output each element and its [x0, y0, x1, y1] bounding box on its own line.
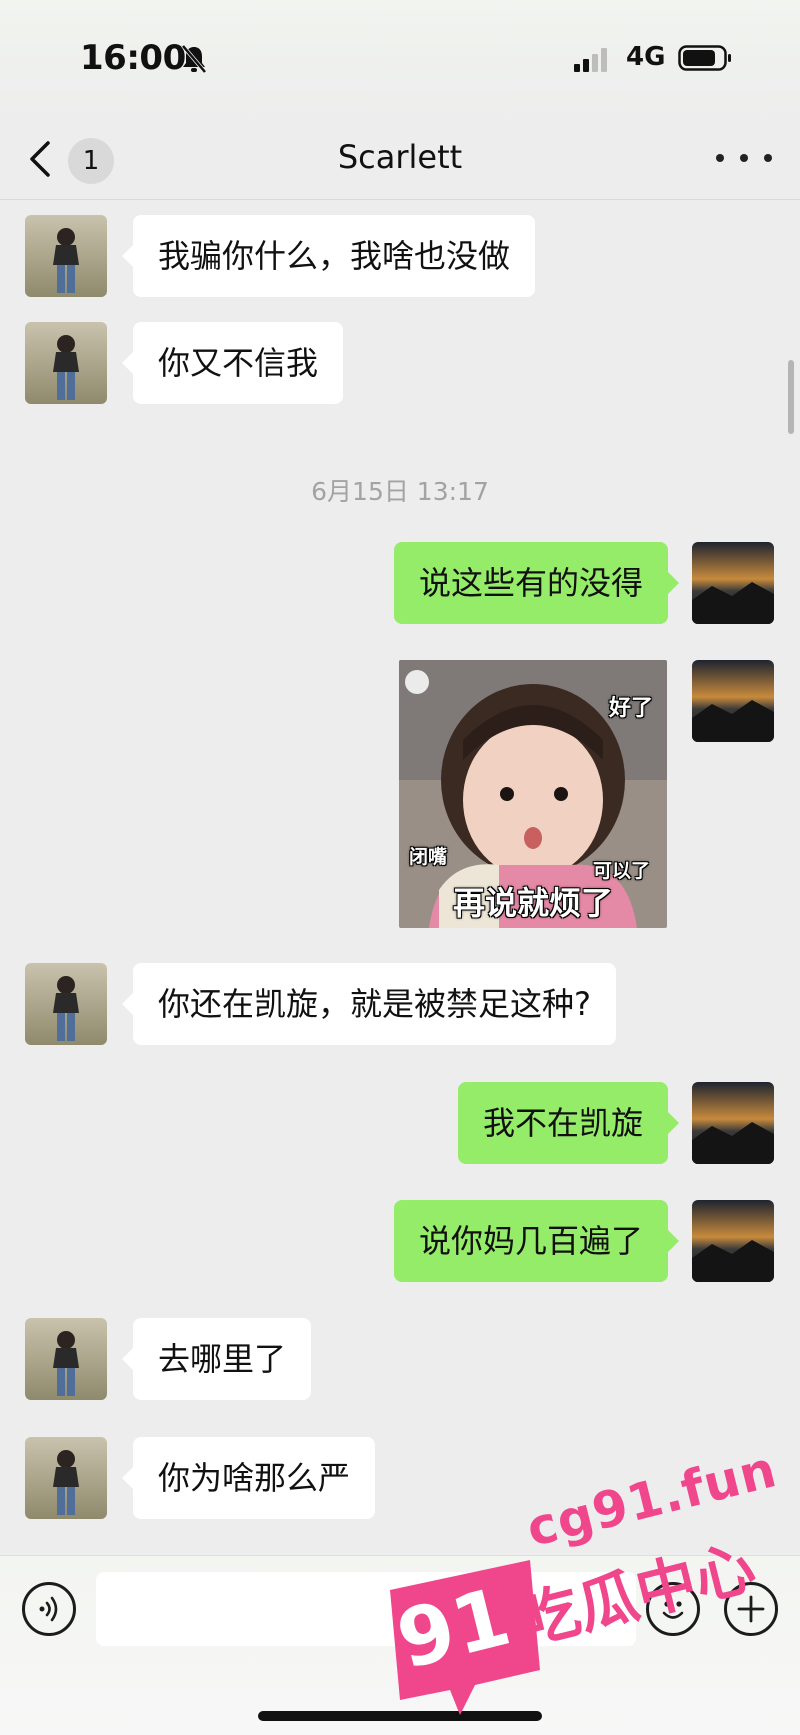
incoming-message-bubble[interactable]: 你又不信我 [121, 322, 344, 404]
battery-icon [678, 45, 731, 71]
composer-bar [0, 1555, 800, 1735]
status-time: 16:00 [80, 38, 186, 78]
scrollbar[interactable] [788, 360, 794, 434]
network-label: 4G [626, 42, 666, 72]
incoming-message-bubble[interactable]: 你还在凯旋，就是被禁足这种? [122, 963, 616, 1045]
incoming-message-bubble[interactable]: 我骗你什么，我啥也没做 [121, 215, 536, 297]
chat-header: 1 Scarlett [0, 118, 800, 200]
outgoing-message-bubble[interactable]: 说这些有的没得 [393, 542, 680, 624]
bell-muted-icon [181, 44, 207, 74]
more-button[interactable] [716, 138, 772, 178]
outgoing-message-bubble[interactable]: 我不在凯旋 [457, 1082, 680, 1164]
home-indicator[interactable] [258, 1711, 542, 1721]
sticker-caption: 好了 [609, 696, 654, 721]
contact-avatar[interactable] [25, 963, 107, 1045]
sticker-caption: 闭嘴 [409, 846, 448, 868]
contact-avatar[interactable] [25, 215, 107, 297]
emoji-icon [662, 1601, 684, 1619]
contact-avatar[interactable] [25, 1437, 107, 1519]
my-avatar[interactable] [692, 542, 774, 624]
plus-icon [737, 1595, 765, 1623]
more-dots-icon [716, 154, 724, 162]
chat-title: Scarlett [337, 138, 463, 176]
contact-avatar[interactable] [25, 322, 107, 404]
sticker-image[interactable]: 好了 闭嘴 可以了 再说就烦了 [399, 660, 667, 928]
message-list[interactable]: 我骗你什么，我啥也没做 你又不信我 6月15日 13:17 说这些有的没得 好了… [0, 200, 800, 1555]
my-avatar[interactable] [692, 1082, 774, 1164]
my-avatar[interactable] [692, 660, 774, 742]
incoming-message-bubble[interactable]: 你为啥那么严 [121, 1437, 376, 1519]
contact-avatar[interactable] [25, 1318, 107, 1400]
message-timestamp: 6月15日 13:17 [311, 477, 489, 506]
outgoing-message-bubble[interactable]: 说你妈几百遍了 [393, 1200, 680, 1282]
my-avatar[interactable] [692, 1200, 774, 1282]
voice-icon [39, 1596, 58, 1622]
signal-icon [574, 48, 607, 72]
status-bar: 16:00 4G [0, 0, 800, 118]
emoji-button[interactable] [646, 1582, 700, 1636]
incoming-message-bubble[interactable]: 去哪里了 [121, 1318, 312, 1400]
plus-button[interactable] [724, 1582, 778, 1636]
sticker-caption: 再说就烦了 [452, 884, 613, 922]
message-input[interactable] [96, 1572, 636, 1646]
voice-button[interactable] [22, 1582, 76, 1636]
